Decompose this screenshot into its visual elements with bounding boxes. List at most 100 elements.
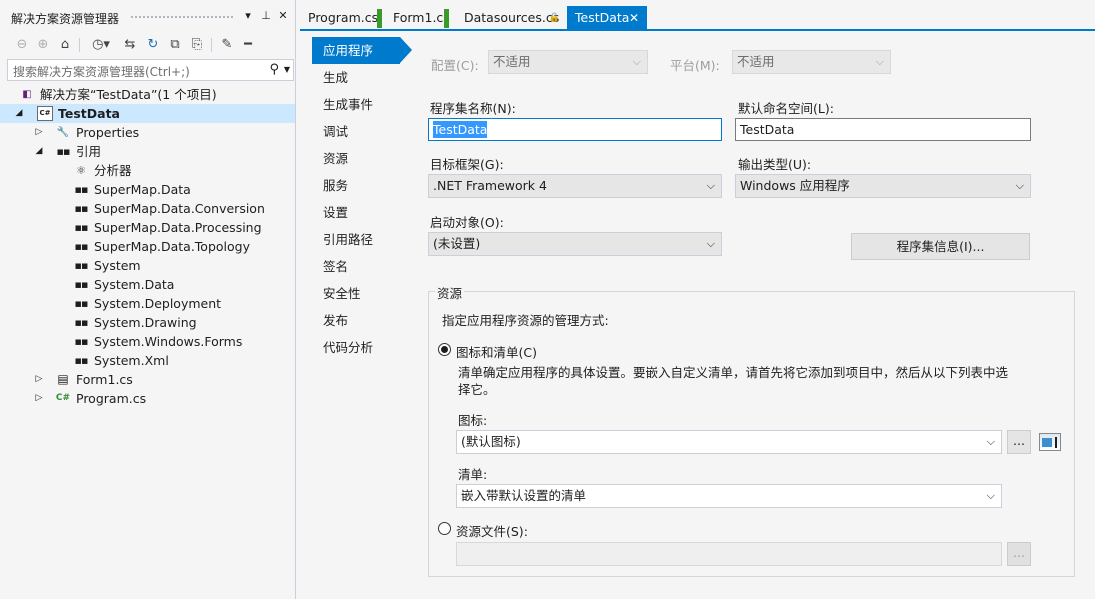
- tree-solution[interactable]: ◧ 解决方案“TestData”(1 个项目): [0, 85, 295, 104]
- nav-services[interactable]: 服务: [312, 172, 412, 199]
- property-nav: 应用程序 生成 生成事件 调试 资源 服务 设置 引用路径 签名 安全性 发布 …: [312, 37, 412, 361]
- icon-browse-button[interactable]: ...: [1007, 430, 1031, 454]
- nav-application[interactable]: 应用程序: [312, 37, 412, 64]
- search-placeholder: 搜索解决方案资源管理器(Ctrl+;): [13, 65, 190, 79]
- nav-security[interactable]: 安全性: [312, 280, 412, 307]
- nav-build[interactable]: 生成: [312, 64, 412, 91]
- expand-arrow-icon[interactable]: ▷: [34, 123, 44, 142]
- assembly-reference-icon: ▪▪: [74, 202, 89, 215]
- collapse-arrow-icon[interactable]: ◢: [14, 104, 24, 123]
- target-framework-value: .NET Framework 4: [433, 178, 547, 193]
- tree-form1[interactable]: ▷ ▤ Form1.cs: [0, 370, 295, 389]
- search-options-dropdown-icon[interactable]: ▼: [284, 65, 290, 74]
- collapse-all-icon[interactable]: ⧉: [167, 36, 183, 54]
- refresh-icon[interactable]: ↻: [145, 36, 161, 54]
- platform-label: 平台(M):: [670, 58, 720, 73]
- resource-file-input[interactable]: [456, 542, 1002, 566]
- sync-with-document-icon[interactable]: ⇆: [122, 36, 138, 54]
- nav-resources[interactable]: 资源: [312, 145, 412, 172]
- pending-changes-filter-icon[interactable]: ◷▾: [88, 36, 114, 54]
- tree-project[interactable]: ◢ C# TestData: [0, 104, 295, 123]
- tree-reference-item[interactable]: ▪▪ SuperMap.Data: [0, 180, 295, 199]
- assembly-reference-icon: ▪▪: [74, 183, 89, 196]
- pin-icon[interactable]: ⊥: [258, 8, 274, 24]
- manifest-value: 嵌入带默认设置的清单: [461, 488, 587, 503]
- tree-references[interactable]: ◢ ▪▪ 引用: [0, 142, 295, 161]
- resource-file-browse-button[interactable]: ...: [1007, 542, 1031, 566]
- forward-icon[interactable]: ⊕: [35, 36, 51, 54]
- nav-reference-paths[interactable]: 引用路径: [312, 226, 412, 253]
- assembly-name-input[interactable]: TestData: [428, 118, 722, 141]
- resources-description: 指定应用程序资源的管理方式:: [442, 313, 609, 328]
- chevron-down-icon: ⌵: [1015, 179, 1024, 192]
- startup-object-select[interactable]: (未设置) ⌵: [428, 232, 722, 256]
- solution-icon: ◧: [22, 89, 32, 100]
- tree-reference-item[interactable]: ▪▪ System.Drawing: [0, 313, 295, 332]
- chevron-down-icon: ⌵: [986, 435, 995, 448]
- tree-reference-item[interactable]: ⚛ 分析器: [0, 161, 295, 180]
- platform-select[interactable]: 不适用 ⌵: [732, 50, 891, 74]
- tab-program-cs[interactable]: Program.cs: [300, 6, 382, 31]
- icon-manifest-radio[interactable]: [438, 343, 451, 356]
- tab-form1-cs[interactable]: Form1.cs: [385, 6, 450, 31]
- back-icon[interactable]: ⊖: [14, 36, 30, 54]
- default-namespace-input[interactable]: TestData: [735, 118, 1031, 141]
- solution-search-box[interactable]: 搜索解决方案资源管理器(Ctrl+;) ⚲ ▼: [7, 59, 294, 81]
- tree-reference-item[interactable]: ▪▪ System: [0, 256, 295, 275]
- tree-properties[interactable]: ▷ 🔧 Properties: [0, 123, 295, 142]
- tree-reference-item[interactable]: ▪▪ System.Data: [0, 275, 295, 294]
- tree-reference-item[interactable]: ▪▪ System.Xml: [0, 351, 295, 370]
- program-label: Program.cs: [76, 391, 147, 406]
- window-position-dropdown-icon[interactable]: ▾: [240, 8, 256, 24]
- reference-label: SuperMap.Data.Processing: [94, 220, 262, 235]
- icon-select[interactable]: (默认图标) ⌵: [456, 430, 1002, 454]
- tab-datasources-cs[interactable]: Datasources.cs 🔒: [456, 6, 566, 31]
- tree-program[interactable]: ▷ C# Program.cs: [0, 389, 295, 408]
- tab-label: TestData: [575, 10, 630, 25]
- tree-reference-item[interactable]: ▪▪ SuperMap.Data.Conversion: [0, 199, 295, 218]
- tree-reference-item[interactable]: ▪▪ SuperMap.Data.Topology: [0, 237, 295, 256]
- reference-label: System.Data: [94, 277, 175, 292]
- reference-label: System.Xml: [94, 353, 169, 368]
- icon-label: 图标:: [458, 413, 488, 428]
- expand-arrow-icon[interactable]: ▷: [34, 389, 44, 408]
- assembly-reference-icon: ▪▪: [74, 278, 89, 291]
- config-select[interactable]: 不适用 ⌵: [488, 50, 648, 74]
- preview-icon[interactable]: ━: [240, 36, 256, 54]
- tab-testdata[interactable]: TestData ✕: [567, 6, 647, 31]
- close-icon[interactable]: ✕: [275, 8, 291, 24]
- target-framework-select[interactable]: .NET Framework 4 ⌵: [428, 174, 722, 198]
- nav-code-analysis[interactable]: 代码分析: [312, 334, 412, 361]
- show-all-files-icon[interactable]: ⎘: [189, 36, 205, 54]
- properties-wrench-icon[interactable]: ✎: [219, 36, 235, 54]
- home-icon[interactable]: ⌂: [57, 36, 73, 54]
- nav-build-events[interactable]: 生成事件: [312, 91, 412, 118]
- assembly-reference-icon: ▪▪: [74, 316, 89, 329]
- assembly-info-button[interactable]: 程序集信息(I)...: [851, 233, 1030, 260]
- platform-value: 不适用: [737, 54, 775, 69]
- project-properties: 应用程序 生成 生成事件 调试 资源 服务 设置 引用路径 签名 安全性 发布 …: [300, 33, 1095, 599]
- nav-publish[interactable]: 发布: [312, 307, 412, 334]
- collapse-arrow-icon[interactable]: ◢: [34, 142, 44, 161]
- project-label: TestData: [58, 106, 120, 121]
- tree-reference-item[interactable]: ▪▪ System.Windows.Forms: [0, 332, 295, 351]
- readonly-lock-icon: 🔒: [548, 13, 560, 23]
- default-namespace-label: 默认命名空间(L):: [738, 101, 834, 116]
- search-icon[interactable]: ⚲: [269, 62, 279, 77]
- expand-arrow-icon[interactable]: ▷: [34, 370, 44, 389]
- title-grip[interactable]: [130, 15, 234, 20]
- close-tab-icon[interactable]: ✕: [629, 6, 639, 30]
- output-type-select[interactable]: Windows 应用程序 ⌵: [735, 174, 1031, 198]
- csharp-file-icon: C#: [55, 393, 71, 403]
- nav-debug[interactable]: 调试: [312, 118, 412, 145]
- solution-explorer-panel: 解决方案资源管理器 ▾ ⊥ ✕ ⊖ ⊕ ⌂ ◷▾ ⇆ ↻ ⧉ ⎘ ✎ ━ 搜索解…: [0, 0, 296, 599]
- tree-reference-item[interactable]: ▪▪ SuperMap.Data.Processing: [0, 218, 295, 237]
- manifest-select[interactable]: 嵌入带默认设置的清单 ⌵: [456, 484, 1002, 508]
- tree-reference-item[interactable]: ▪▪ System.Deployment: [0, 294, 295, 313]
- nav-settings[interactable]: 设置: [312, 199, 412, 226]
- startup-object-label: 启动对象(O):: [430, 215, 504, 230]
- resource-file-radio[interactable]: [438, 522, 451, 535]
- nav-signing[interactable]: 签名: [312, 253, 412, 280]
- reference-label: System: [94, 258, 141, 273]
- icon-preview: [1039, 433, 1061, 451]
